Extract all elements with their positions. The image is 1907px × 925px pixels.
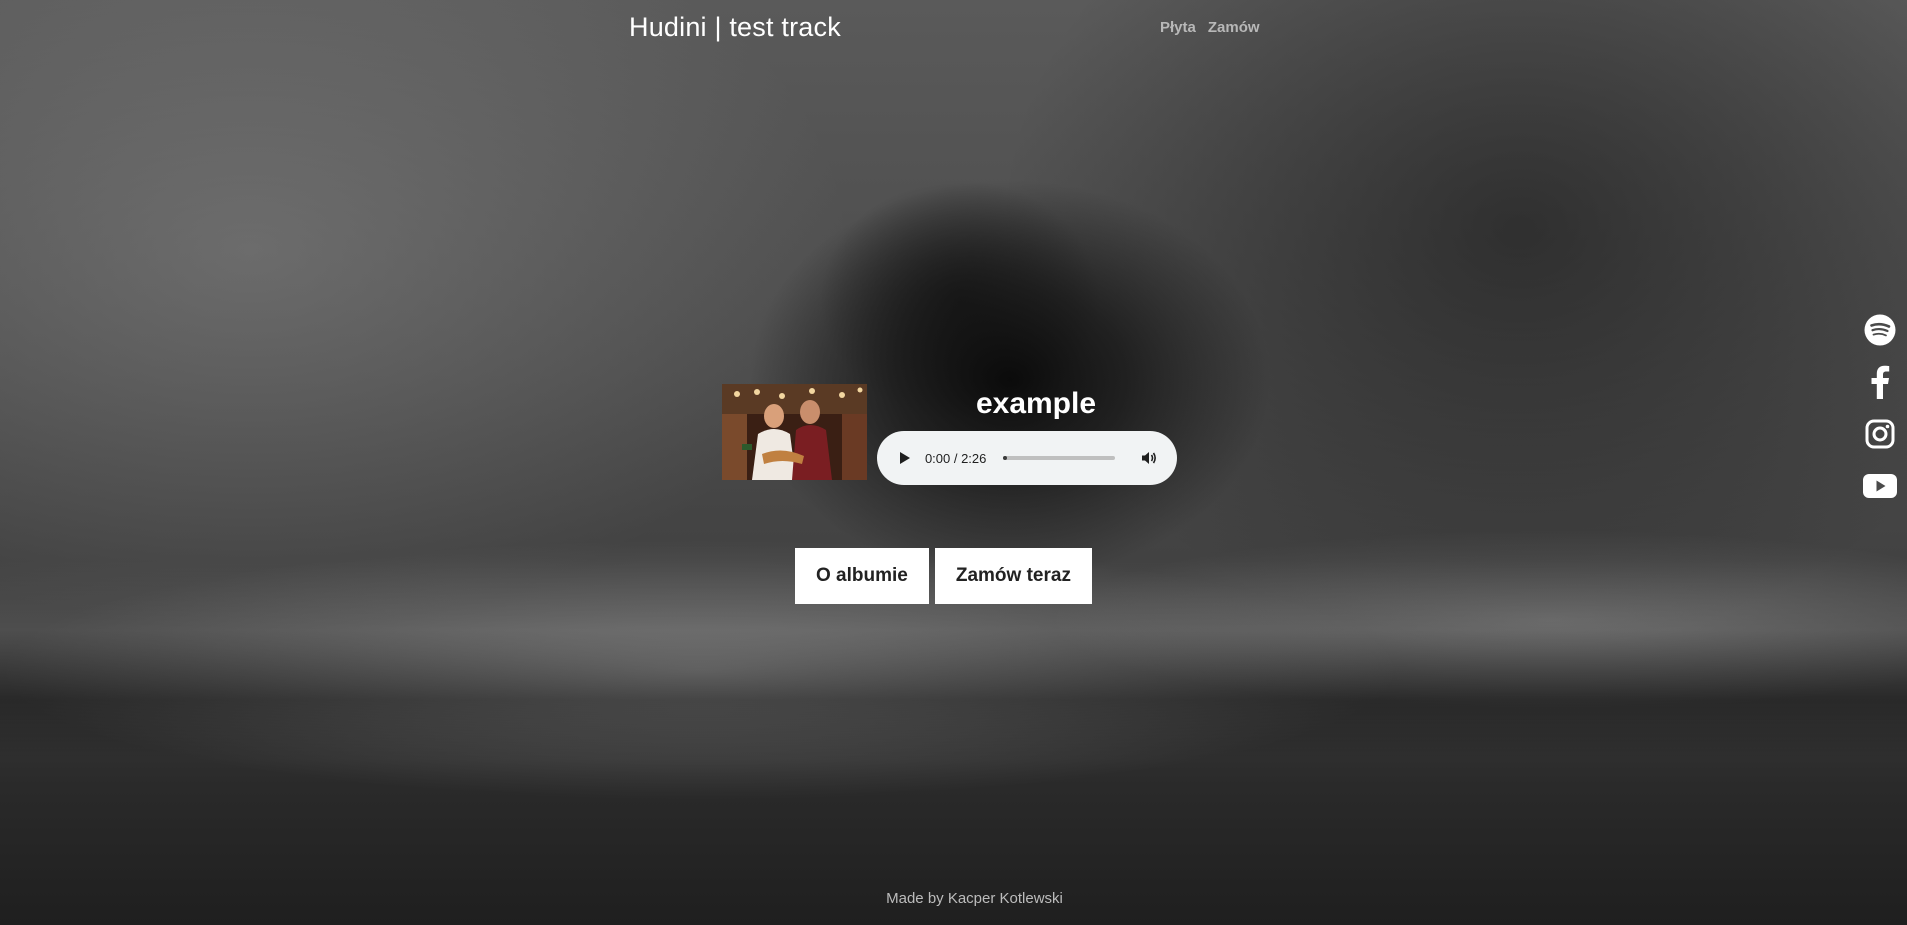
footer-credit: Made by Kacper Kotlewski	[886, 890, 1063, 907]
nav-link-zamow[interactable]: Zamów	[1208, 19, 1260, 36]
track-title: example	[975, 387, 1097, 420]
facebook-link[interactable]	[1863, 364, 1897, 399]
order-now-button[interactable]: Zamów teraz	[934, 548, 1092, 604]
seek-bar-progress	[1003, 456, 1007, 460]
track-player-section: example 0:00 / 2:26	[722, 384, 1182, 485]
volume-icon	[1142, 452, 1156, 464]
album-photo-image	[722, 384, 867, 480]
album-thumbnail	[722, 384, 867, 480]
main-nav: Płyta Zamów	[1160, 19, 1260, 36]
volume-button[interactable]	[1137, 446, 1161, 470]
facebook-icon	[1871, 365, 1890, 399]
audio-player: 0:00 / 2:26	[877, 431, 1177, 485]
youtube-link[interactable]	[1863, 468, 1897, 503]
nav-link-plyta[interactable]: Płyta	[1160, 19, 1196, 36]
site-header: Hudini | test track Płyta Zamów	[0, 0, 1907, 60]
youtube-icon	[1863, 473, 1897, 498]
play-button[interactable]	[893, 446, 917, 470]
time-display: 0:00 / 2:26	[924, 450, 987, 466]
cta-buttons: O albumie Zamów teraz	[795, 548, 1092, 604]
site-title: Hudini | test track	[629, 12, 841, 42]
spotify-link[interactable]	[1863, 312, 1897, 347]
instagram-link[interactable]	[1863, 416, 1897, 451]
seek-bar[interactable]	[1003, 456, 1116, 460]
play-icon	[899, 452, 910, 464]
spotify-icon	[1864, 314, 1896, 345]
instagram-icon	[1865, 419, 1895, 448]
social-links	[1862, 312, 1898, 503]
about-album-button[interactable]: O albumie	[795, 548, 929, 604]
site-footer: Made by Kacper Kotlewski	[0, 890, 1907, 908]
